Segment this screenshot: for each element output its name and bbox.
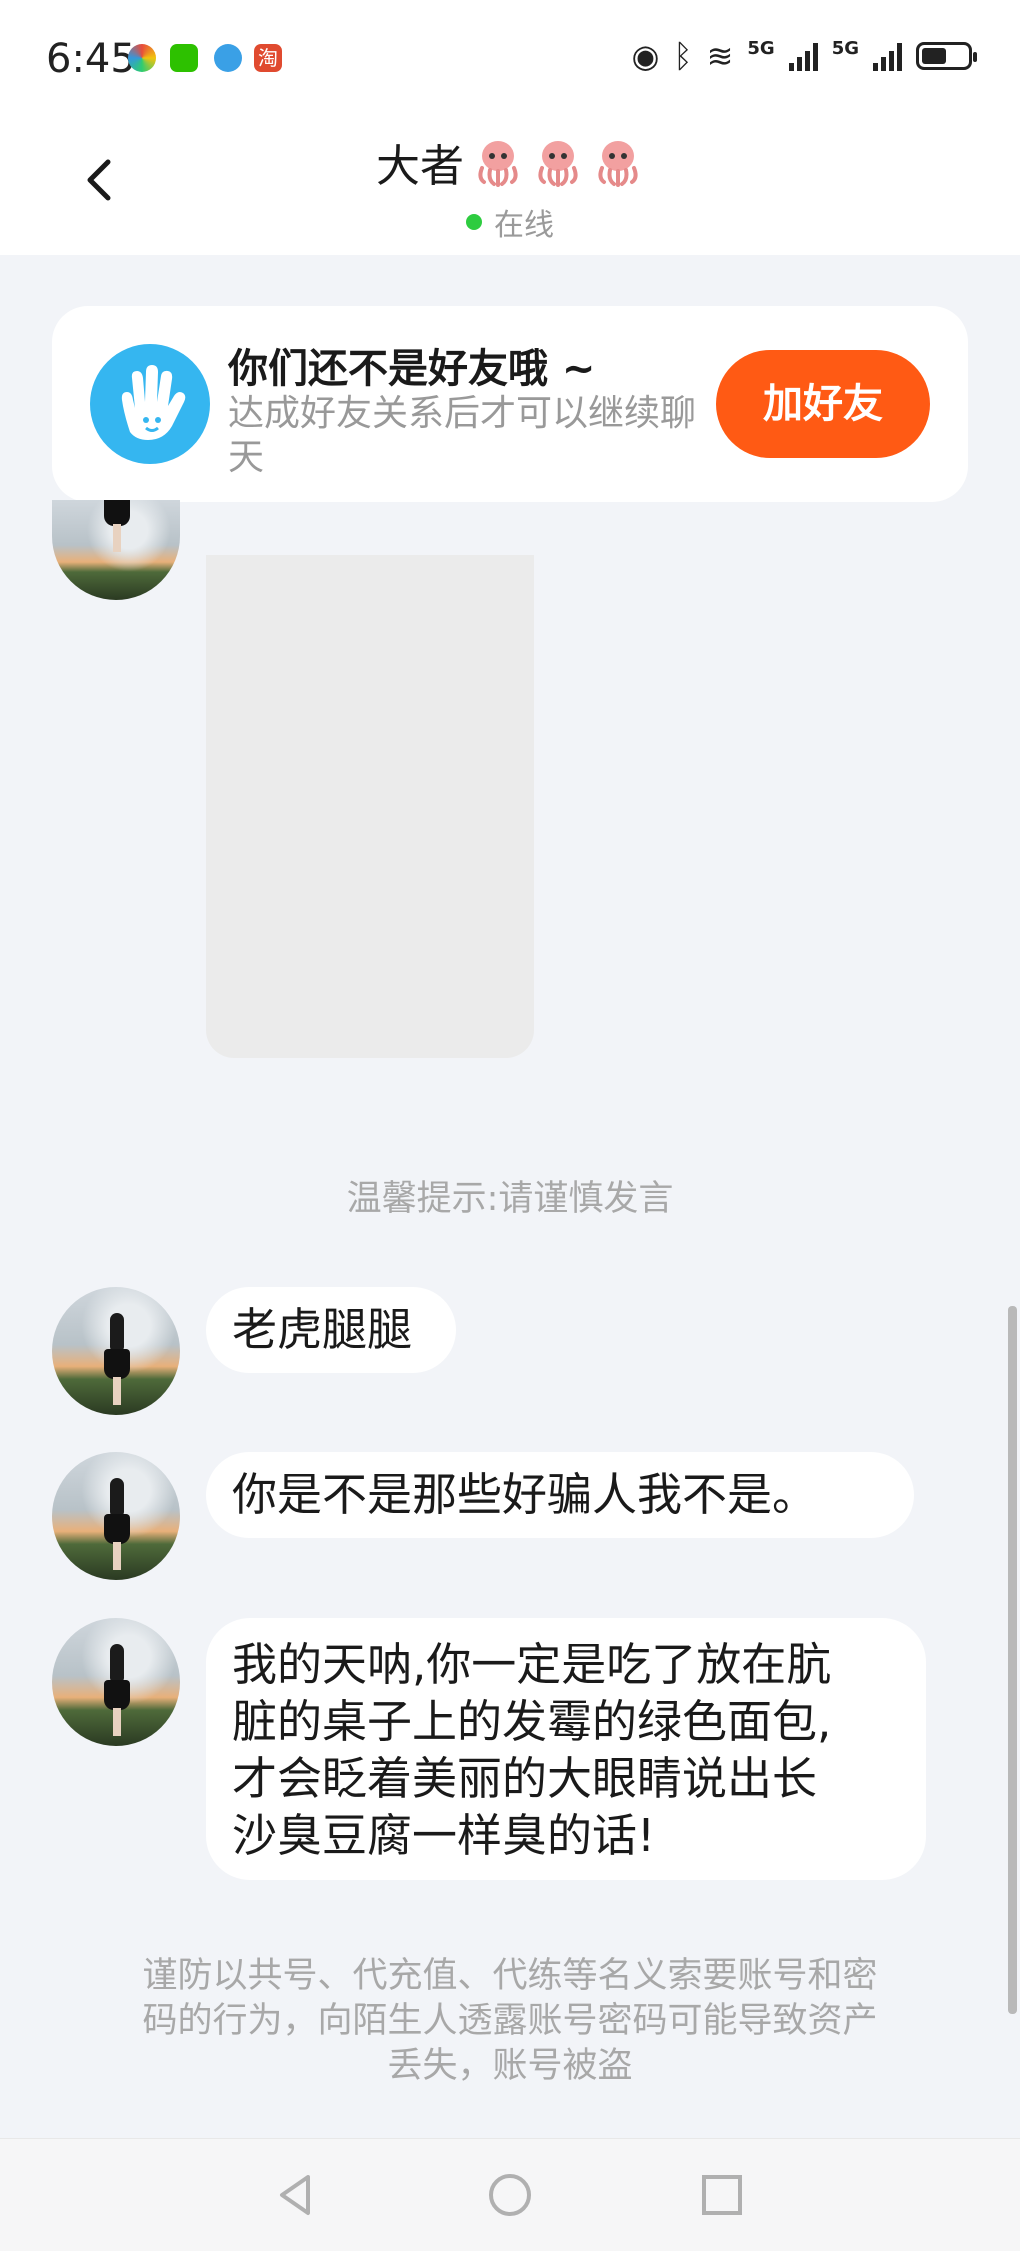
message-bubble[interactable]: 你是不是那些好骗人我不是。 [206, 1452, 914, 1538]
message-line: 沙臭豆腐一样臭的话! [232, 1809, 656, 1862]
online-status: 在线 [466, 200, 554, 244]
signal-label-2: 5G [831, 37, 859, 59]
warning-line: 码的行为，向陌生人透露账号密码可能导致资产 [142, 2001, 878, 2041]
not-friends-card: 你们还不是好友哦 ~ 达成好友关系后才可以继续聊天 加好友 [52, 306, 968, 502]
octopus-emoji-icon [538, 141, 578, 187]
title-area: 大者 在线 [0, 130, 1020, 244]
status-indicators: ◉ ᛒ ≋ 5G 5G [631, 36, 977, 76]
avatar[interactable] [52, 1618, 180, 1746]
octopus-emoji-icon [478, 141, 518, 187]
warning-line: 丢失，账号被盗 [387, 2046, 633, 2086]
app-notification-icon [128, 44, 156, 72]
square-recents-icon [702, 2175, 742, 2215]
scrollbar[interactable] [1008, 1306, 1017, 2014]
signal-label-1: 5G [747, 37, 775, 59]
contact-name: 大者 [376, 141, 464, 192]
battery-icon [916, 42, 977, 70]
status-bar: 6:45 淘 ◉ ᛒ ≋ 5G 5G [0, 0, 1020, 118]
security-warning: 谨防以共号、代充值、代练等名义索要账号和密 码的行为，向陌生人透露账号密码可能导… [100, 1954, 920, 2089]
message-line: 才会眨着美丽的大眼睛说出长 [232, 1752, 818, 1805]
taobao-notification-icon: 淘 [254, 44, 282, 72]
avatar[interactable] [52, 500, 180, 600]
warning-line: 谨防以共号、代充值、代练等名义索要账号和密 [142, 1956, 878, 1996]
online-dot-icon [466, 214, 482, 230]
not-friends-description: 达成好友关系后才可以继续聊天 [228, 393, 697, 478]
caution-tip: 温馨提示:请谨慎发言 [346, 1179, 674, 1219]
browser-notification-icon [214, 44, 242, 72]
message-bubble[interactable]: 老虎腿腿 [206, 1287, 456, 1373]
signal-bars-2-icon [873, 41, 902, 71]
message-line: 脏的桌子上的发霉的绿色面包, [232, 1695, 832, 1748]
status-time: 6:45 [46, 36, 136, 82]
bluetooth-icon: ᛒ [673, 37, 693, 75]
message-bubble[interactable]: 我的天呐,你一定是吃了放在肮 脏的桌子上的发霉的绿色面包, 才会眨着美丽的大眼睛… [206, 1618, 926, 1880]
online-status-text: 在线 [494, 208, 554, 243]
triangle-back-icon [280, 2175, 310, 2215]
system-nav-bar [0, 2138, 1020, 2251]
circle-home-icon [489, 2174, 531, 2216]
wechat-notification-icon [170, 44, 198, 72]
nav-recents-button[interactable] [694, 2167, 750, 2223]
wifi-icon: ≋ [706, 37, 734, 75]
message-line: 我的天呐,你一定是吃了放在肮 [232, 1638, 832, 1691]
not-friends-title: 你们还不是好友哦 ~ [228, 346, 596, 392]
signal-bars-1-icon [788, 41, 818, 71]
eye-icon: ◉ [631, 37, 660, 75]
contact-name-row: 大者 [376, 130, 644, 194]
waving-hand-icon [90, 344, 210, 464]
avatar[interactable] [52, 1287, 180, 1415]
chat-header: 大者 在线 [0, 118, 1020, 255]
nav-home-button[interactable] [482, 2167, 538, 2223]
image-message-placeholder[interactable] [206, 555, 534, 1058]
avatar[interactable] [52, 1452, 180, 1580]
battery-level [922, 48, 946, 64]
nav-back-button[interactable] [268, 2167, 324, 2223]
octopus-emoji-icon [598, 141, 638, 187]
add-friend-button[interactable]: 加好友 [716, 350, 930, 458]
